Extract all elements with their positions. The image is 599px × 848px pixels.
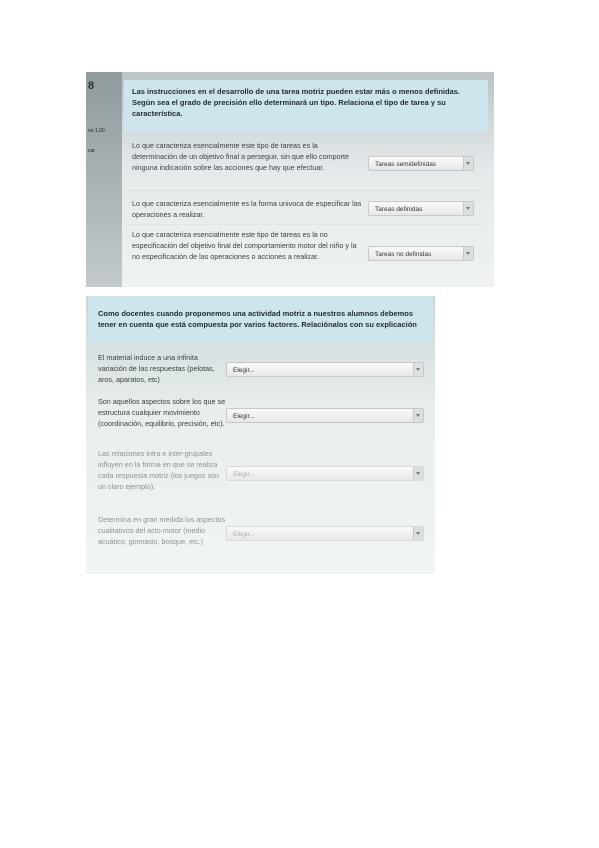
quiz-nav-sidebar: 8 no 1,00 car [86,72,122,287]
quiz-screenshot-photo-1: 8 no 1,00 car Las instrucciones en el de… [86,72,494,287]
question-prompt: Las instrucciones en el desarrollo de un… [132,87,461,118]
flag-question-link[interactable]: car [88,148,95,154]
question-prompt: Como docentes cuando proponemos una acti… [98,309,417,329]
match-select-3-value: Tareas no definidas [375,251,432,258]
match-select-2-value: Tareas definidas [375,206,423,213]
question-grade: no 1,00 [88,128,105,134]
chevron-down-icon [463,157,473,170]
match-select-1-value: Elegir... [233,367,255,374]
row-divider [126,224,486,225]
chevron-down-icon [463,247,473,260]
match-select-2-value: Elegir... [233,413,255,420]
match-select-1[interactable]: Elegir... [226,362,424,377]
match-statement-1: Lo que caracteriza esencialmente este ti… [132,141,349,172]
chevron-down-icon [413,409,423,422]
chevron-down-icon [413,467,423,480]
match-statement-4: Determina en gran medida los aspectos cu… [98,515,226,546]
match-select-3[interactable]: Tareas no definidas [368,246,474,261]
match-select-3[interactable]: Elegir... [226,466,424,481]
chevron-down-icon [463,202,473,215]
match-statement-2: Son aquellos aspectos sobre los que se e… [98,397,226,428]
quiz-screenshot-photo-2: Como docentes cuando proponemos una acti… [86,296,435,574]
chevron-down-icon [413,363,423,376]
question-number: 8 [88,80,95,92]
match-statement-3: Lo que caracteriza esencialmente este ti… [132,230,357,261]
match-statement-1: El material induce a una infinita variac… [98,353,215,384]
question-prompt-box: Las instrucciones en el desarrollo de un… [124,80,488,132]
row-divider [126,190,486,191]
match-statement-3: Las relaciones intra e inter-grupales in… [98,449,220,491]
match-select-3-value: Elegir... [233,471,255,478]
match-select-4[interactable]: Elegir... [226,526,424,541]
chevron-down-icon [413,527,423,540]
match-select-1-value: Tareas semidefinidas [375,161,437,168]
match-select-2[interactable]: Tareas definidas [368,201,474,216]
match-select-4-value: Elegir... [233,531,255,538]
match-statement-2: Lo que caracteriza esencialmente es la f… [132,199,362,219]
match-select-1[interactable]: Tareas semidefinidas [368,156,474,171]
match-select-2[interactable]: Elegir... [226,408,424,423]
question-prompt-box: Como docentes cuando proponemos una acti… [88,296,433,342]
